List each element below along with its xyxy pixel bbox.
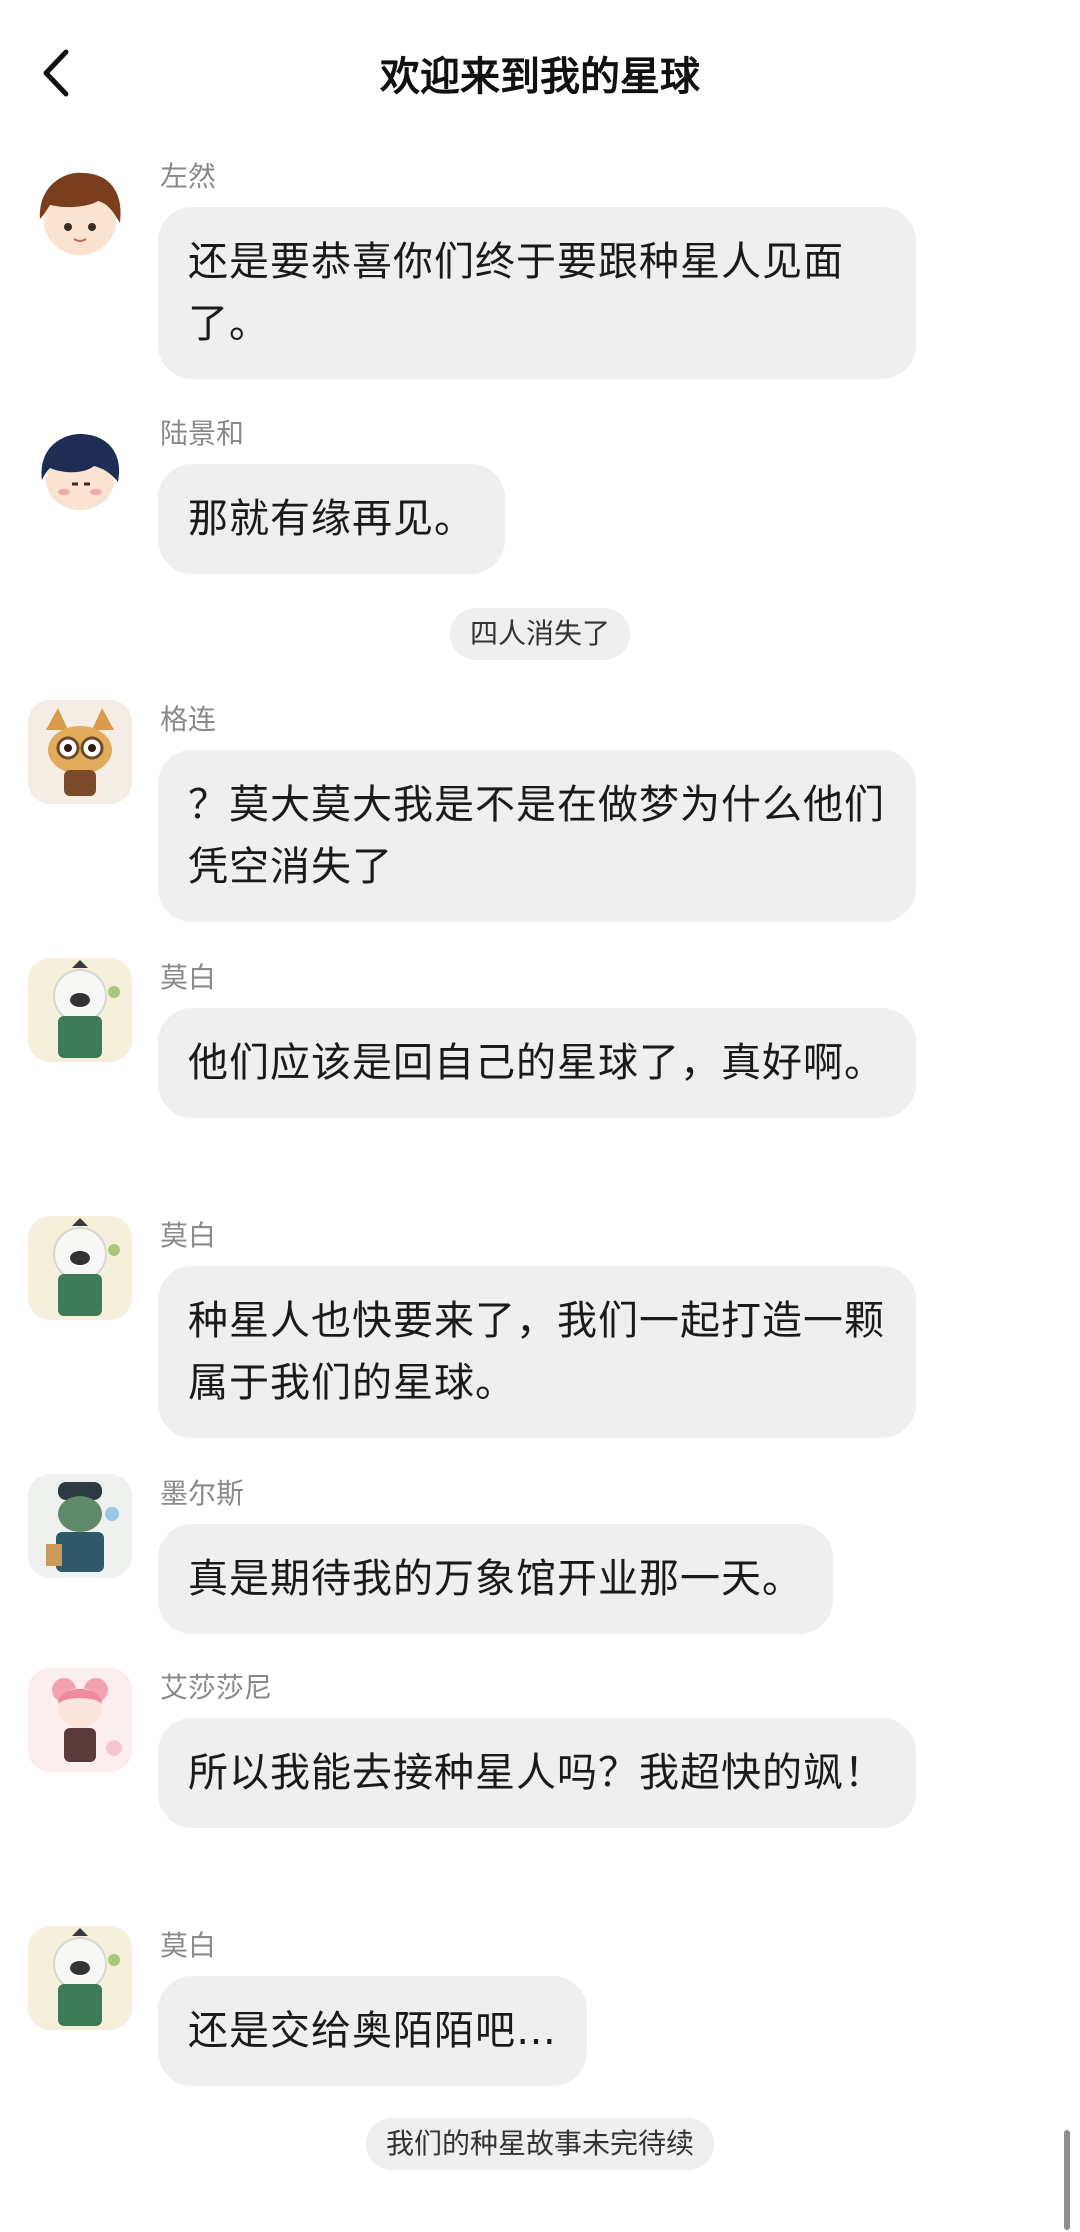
- sender-name: 陆景和: [160, 417, 245, 450]
- system-notice: 我们的种星故事未完待续: [0, 2118, 1080, 2170]
- sender-name: 墨尔斯: [160, 1477, 245, 1510]
- avatar[interactable]: [28, 422, 132, 526]
- page-title: 欢迎来到我的星球: [380, 54, 700, 100]
- sender-name: 莫白: [160, 1929, 217, 1962]
- avatar[interactable]: [28, 1926, 132, 2030]
- chat-screen: 欢迎来到我的星球 左然 还是要恭喜你们终于要跟种星人见面了。 陆景和 那就有缘再…: [0, 0, 1080, 2232]
- avatar[interactable]: [28, 1668, 132, 1772]
- white-lion-avatar: [28, 1926, 132, 2030]
- scrollbar[interactable]: [1064, 2130, 1070, 2230]
- system-notice: 四人消失了: [0, 608, 1080, 660]
- avatar[interactable]: [28, 958, 132, 1062]
- boy-navy-hair-avatar: [28, 422, 132, 526]
- sender-name: 艾莎莎尼: [160, 1671, 273, 1704]
- tan-cat-avatar: [28, 700, 132, 804]
- white-lion-avatar: [28, 1216, 132, 1320]
- green-reptile-avatar: [28, 1474, 132, 1578]
- sender-name: 左然: [160, 160, 217, 193]
- message-bubble[interactable]: 他们应该是回自己的星球了，真好啊。: [158, 1008, 916, 1118]
- message-bubble[interactable]: ？莫大莫大我是不是在做梦为什么他们凭空消失了: [158, 750, 916, 922]
- message-bubble[interactable]: 那就有缘再见。: [158, 464, 505, 574]
- pink-girl-avatar: [28, 1668, 132, 1772]
- message-bubble[interactable]: 所以我能去接种星人吗？我超快的飒！: [158, 1718, 916, 1828]
- top-bar: 欢迎来到我的星球: [0, 0, 1080, 140]
- sender-name: 莫白: [160, 961, 217, 994]
- system-notice-text: 我们的种星故事未完待续: [365, 2118, 714, 2170]
- message-bubble[interactable]: 还是交给奥陌陌吧…: [158, 1976, 587, 2086]
- sender-name: 格连: [160, 703, 217, 736]
- avatar[interactable]: [28, 1216, 132, 1320]
- message-bubble[interactable]: 种星人也快要来了，我们一起打造一颗属于我们的星球。: [158, 1266, 916, 1438]
- boy-brown-hair-avatar: [28, 163, 132, 267]
- message-bubble[interactable]: 还是要恭喜你们终于要跟种星人见面了。: [158, 207, 916, 379]
- white-lion-avatar: [28, 958, 132, 1062]
- avatar[interactable]: [28, 700, 132, 804]
- avatar[interactable]: [28, 163, 132, 267]
- system-notice-text: 四人消失了: [449, 608, 630, 660]
- avatar[interactable]: [28, 1474, 132, 1578]
- message-bubble[interactable]: 真是期待我的万象馆开业那一天。: [158, 1524, 833, 1634]
- sender-name: 莫白: [160, 1219, 217, 1252]
